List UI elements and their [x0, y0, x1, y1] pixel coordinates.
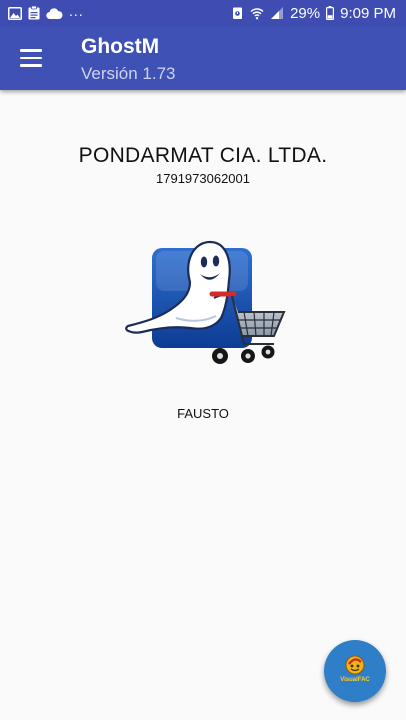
status-bar-left: ... [8, 3, 84, 20]
image-icon [8, 6, 22, 20]
overflow-dots: ... [69, 3, 84, 19]
hamburger-menu-icon[interactable] [20, 49, 44, 67]
ghost-shopping-cart-logo [125, 240, 286, 364]
visualfac-fab-button[interactable]: VisualFAC [324, 640, 386, 702]
status-bar-right: 29% 9:09 PM [231, 6, 396, 21]
battery-icon [326, 6, 335, 20]
alarm-icon [233, 7, 243, 19]
app-bar: GhostM Versión 1.73 [0, 26, 406, 90]
app-version: Versión 1.73 [81, 64, 176, 83]
signal-icon [271, 7, 284, 19]
clock: 9:09 PM [340, 4, 396, 22]
battery-percent: 29% [290, 4, 321, 22]
status-bar: ... 29% 9:09 PM [0, 0, 406, 26]
clipboard-icon [28, 6, 40, 20]
app-title: GhostM [81, 35, 160, 58]
company-name: PONDARMAT CIA. LTDA. [78, 144, 328, 167]
user-name: FAUSTO [177, 406, 229, 421]
company-ruc: 1791973062001 [156, 171, 250, 186]
visualfac-logo-icon [345, 655, 365, 675]
wifi-icon [250, 8, 264, 20]
visualfac-label: VisualFAC [340, 677, 370, 683]
cloud-icon [46, 7, 63, 19]
